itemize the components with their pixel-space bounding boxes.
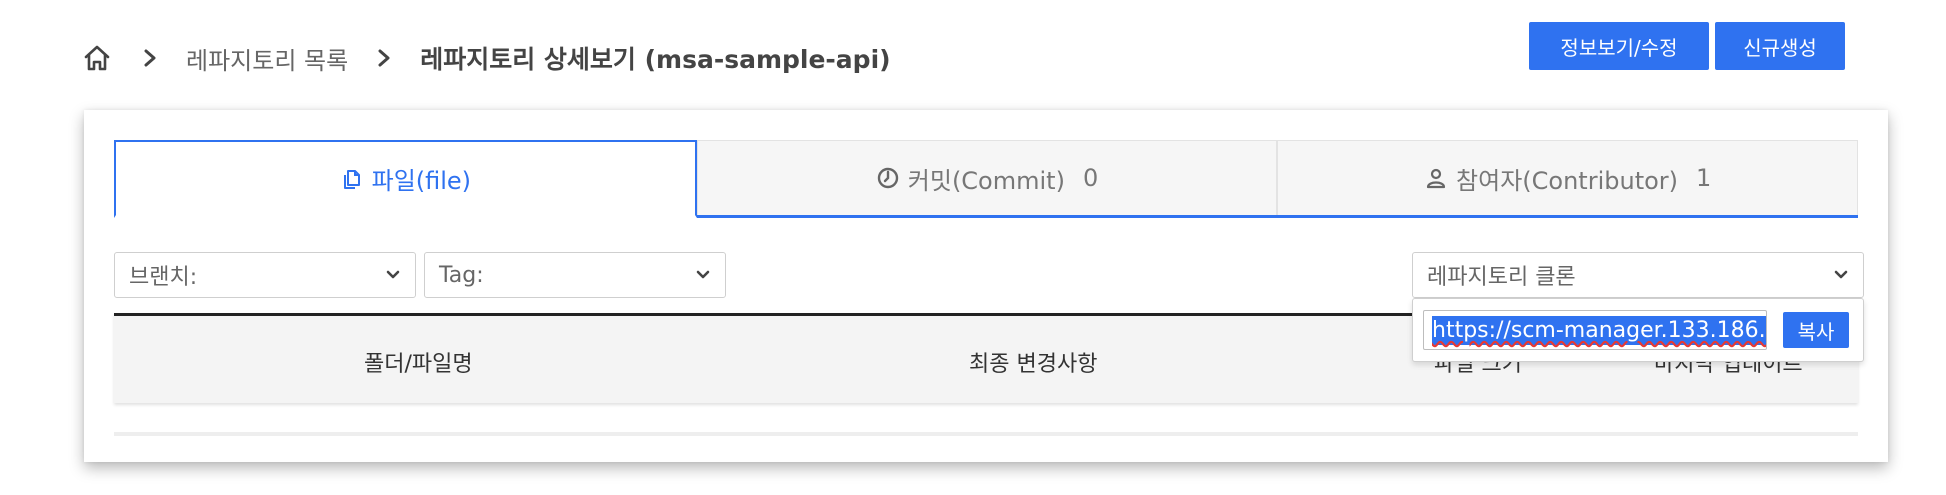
home-icon[interactable] xyxy=(80,41,114,75)
create-new-button[interactable]: 신규생성 xyxy=(1715,22,1845,70)
header-actions: 정보보기/수정 신규생성 xyxy=(1529,22,1845,70)
repository-card: 파일(file) 커밋(Commit) 0 참여자(Contributor) 1… xyxy=(84,110,1888,462)
clock-icon xyxy=(876,166,900,190)
tab-file[interactable]: 파일(file) xyxy=(114,140,697,218)
chevron-down-icon xyxy=(1833,267,1849,283)
clone-url-input[interactable]: https://scm-manager.133.186.2 xyxy=(1423,310,1767,350)
info-edit-button[interactable]: 정보보기/수정 xyxy=(1529,22,1709,70)
tab-commit[interactable]: 커밋(Commit) 0 xyxy=(696,140,1278,215)
repository-clone-label: 레파지토리 클론 xyxy=(1427,265,1576,290)
tag-select[interactable]: Tag: xyxy=(424,252,726,298)
clone-url-text: https://scm-manager.133.186.2 xyxy=(1432,315,1766,345)
repository-detail-page: 레파지토리 목록 레파지토리 상세보기 (msa-sample-api) 정보보… xyxy=(0,0,1946,495)
breadcrumb-repository-list[interactable]: 레파지토리 목록 xyxy=(186,41,348,76)
chevron-right-icon xyxy=(372,46,396,70)
files-icon xyxy=(340,167,364,191)
chevron-down-icon xyxy=(695,267,711,283)
tab-contributor[interactable]: 참여자(Contributor) 1 xyxy=(1277,140,1859,215)
column-header-name[interactable]: 폴더/파일명 xyxy=(364,346,473,378)
tag-select-label: Tag: xyxy=(439,262,484,288)
page-title: 레파지토리 상세보기 (msa-sample-api) xyxy=(420,45,891,74)
contributor-count: 1 xyxy=(1696,164,1712,192)
clone-dropdown-panel: https://scm-manager.133.186.2 복사 xyxy=(1412,298,1864,362)
repository-clone-select[interactable]: 레파지토리 클론 xyxy=(1412,252,1864,298)
tab-contributor-label: 참여자(Contributor) xyxy=(1456,166,1679,195)
tab-file-label: 파일(file) xyxy=(371,167,472,195)
tab-commit-label: 커밋(Commit) xyxy=(907,166,1065,195)
chevron-right-icon xyxy=(138,46,162,70)
chevron-down-icon xyxy=(385,267,401,283)
table-divider xyxy=(114,432,1858,436)
copy-button[interactable]: 복사 xyxy=(1783,312,1849,348)
tab-bar: 파일(file) 커밋(Commit) 0 참여자(Contributor) 1 xyxy=(114,140,1859,218)
user-icon xyxy=(1424,166,1448,190)
commit-count: 0 xyxy=(1082,164,1099,192)
breadcrumb: 레파지토리 목록 레파지토리 상세보기 (msa-sample-api) xyxy=(80,38,891,78)
branch-select-label: 브랜치: xyxy=(129,265,198,290)
branch-select[interactable]: 브랜치: xyxy=(114,252,416,298)
column-header-last-change[interactable]: 최종 변경사항 xyxy=(969,346,1097,378)
